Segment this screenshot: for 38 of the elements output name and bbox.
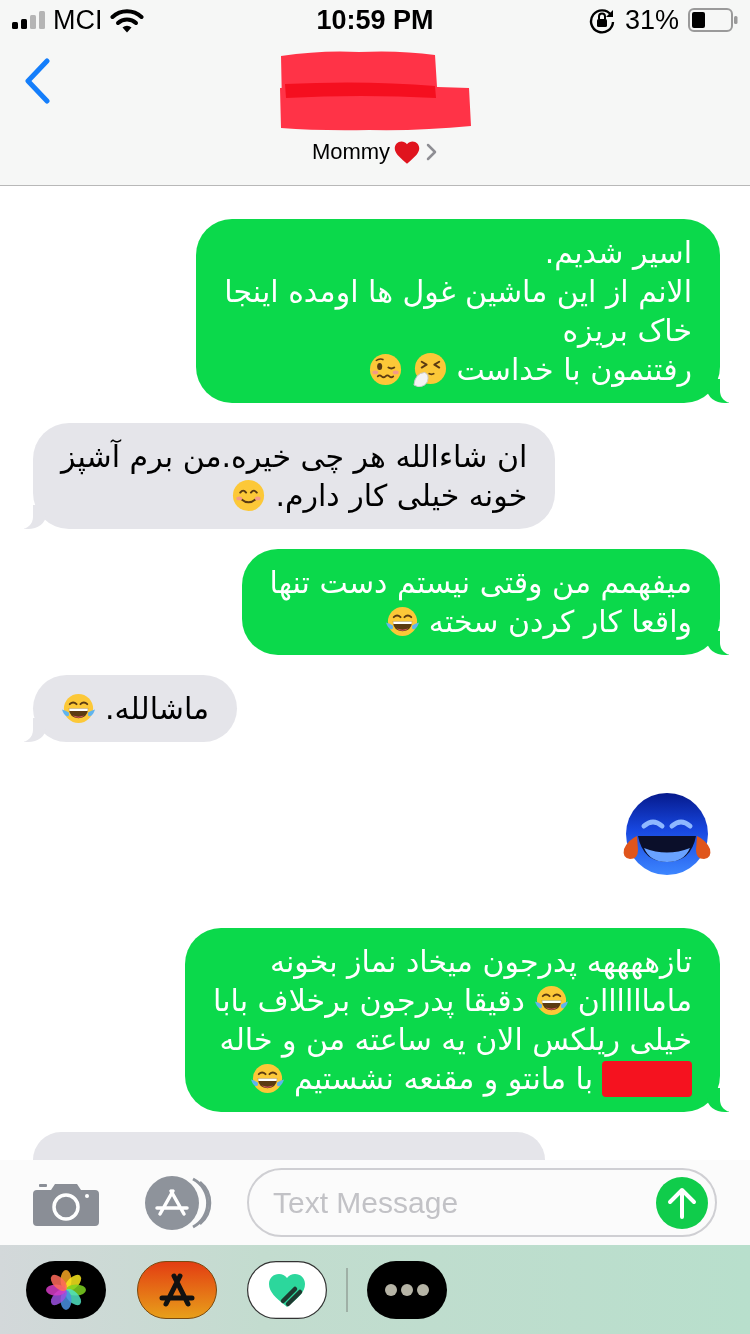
message-text: ان شاءالله هر چی خیره.من برم آشپز (61, 438, 528, 476)
heart-icon (393, 139, 422, 165)
battery-icon (688, 8, 738, 32)
status-time: 10:59 PM (316, 4, 434, 36)
message-text: واقعا کار کردن سخته (428, 603, 692, 641)
apps-icon[interactable] (143, 1173, 213, 1232)
message-text: خیلی ریلکس الان یه ساعته من و خاله (219, 1021, 692, 1059)
message-text: خونه خیلی کار دارم. (275, 477, 528, 515)
laughing-emoji-icon (249, 1061, 285, 1096)
message-text: ماماااااان (577, 982, 692, 1020)
message-text: رفتنمون با خداست (456, 351, 692, 389)
message-text: با مانتو و مقنعه نشستیم (293, 1060, 593, 1098)
message-text: دقیقا پدرجون برخلاف بابا (213, 982, 525, 1020)
sneezing-emoji-icon (412, 352, 448, 387)
message-text: ماشالله. (105, 690, 210, 728)
message-text: اسیر شدیم. (544, 234, 692, 272)
more-apps-icon[interactable] (367, 1260, 447, 1319)
smiling-emoji-icon (231, 478, 267, 513)
wifi-icon (109, 7, 144, 33)
arrow-up-icon (667, 1186, 697, 1219)
flower-app-icon[interactable] (26, 1260, 106, 1319)
battery-percent: 31% (624, 4, 679, 36)
carrier-name: MCI (53, 4, 103, 36)
woozy-emoji-icon (368, 352, 404, 387)
back-icon[interactable] (23, 58, 51, 104)
message-text: الانم از این ماشین غول ها اومده اینجا (224, 273, 692, 311)
heart-app-icon[interactable] (247, 1260, 327, 1319)
message-text: خاک بریزه (562, 312, 692, 350)
laughing-emoji-icon (384, 604, 420, 639)
message-text: میفهمم من وقتی نیستم دست تنها (269, 564, 692, 602)
signal-icon (12, 11, 46, 29)
message-field[interactable]: Text Message (247, 1168, 717, 1237)
chevron-right-icon (424, 142, 439, 162)
laughing-emoji-icon (61, 691, 96, 726)
laughing-emoji-icon (533, 983, 569, 1018)
contact-button[interactable]: Mommy (311, 138, 439, 166)
message-text: تازههههه پدرجون میخاد نماز بخونه (269, 943, 692, 981)
rotation-lock-icon (587, 6, 616, 34)
